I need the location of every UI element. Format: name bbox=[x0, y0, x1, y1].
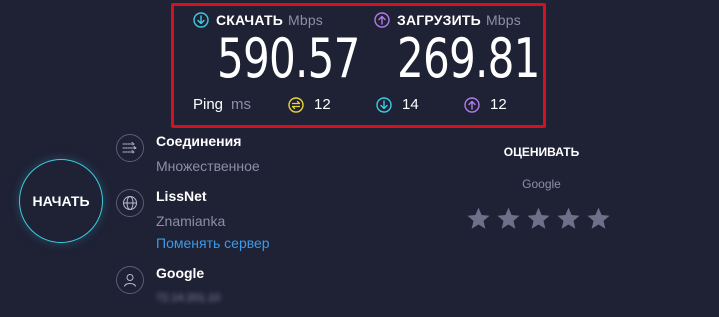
download-unit: Mbps bbox=[287, 12, 324, 28]
rate-isp: Google bbox=[522, 177, 561, 191]
star-icon[interactable] bbox=[526, 206, 551, 231]
ping-download: 14 bbox=[376, 96, 419, 113]
ping-idle-value: 12 bbox=[314, 96, 331, 113]
provider-ip: 72.14.201.10 bbox=[156, 292, 221, 304]
change-server-link[interactable]: Поменять сервер bbox=[156, 235, 270, 251]
arrow-up-circle-icon bbox=[464, 96, 480, 113]
ping-idle: 12 bbox=[288, 96, 331, 113]
connections-title: Соединения bbox=[156, 133, 242, 149]
rating-stars bbox=[466, 206, 611, 231]
ping-icon bbox=[288, 96, 304, 113]
download-label: СКАЧАТЬ bbox=[216, 12, 283, 28]
ping-upload-value: 12 bbox=[490, 96, 507, 113]
star-icon[interactable] bbox=[496, 206, 521, 231]
upload-header: ЗАГРУЗИТЬ Mbps bbox=[374, 12, 521, 28]
star-icon[interactable] bbox=[586, 206, 611, 231]
connections-icon bbox=[116, 134, 144, 162]
download-value: 590.57 bbox=[217, 27, 360, 90]
download-header: СКАЧАТЬ Mbps bbox=[193, 12, 323, 28]
rate-label: ОЦЕНИВАТЬ bbox=[503, 145, 580, 159]
start-label: НАЧАТЬ bbox=[32, 193, 90, 209]
globe-icon bbox=[116, 189, 144, 217]
ping-download-value: 14 bbox=[402, 96, 419, 113]
server-location: Znamianka bbox=[156, 213, 226, 229]
person-icon bbox=[116, 266, 144, 294]
provider-name: Google bbox=[156, 265, 205, 281]
arrow-up-circle-icon bbox=[374, 12, 390, 28]
start-button[interactable]: НАЧАТЬ bbox=[19, 159, 103, 243]
arrow-down-circle-icon bbox=[193, 12, 209, 28]
server-name: LissNet bbox=[156, 188, 207, 204]
upload-label: ЗАГРУЗИТЬ bbox=[397, 12, 481, 28]
ping-unit: ms bbox=[231, 96, 252, 113]
ping-upload: 12 bbox=[464, 96, 507, 113]
upload-unit: Mbps bbox=[485, 12, 521, 28]
arrow-down-circle-icon bbox=[376, 96, 392, 113]
ping-label: Ping bbox=[193, 96, 224, 113]
connections-value: Множественное bbox=[156, 158, 260, 174]
ping-header: Ping ms bbox=[193, 96, 251, 113]
star-icon[interactable] bbox=[556, 206, 581, 231]
upload-value: 269.81 bbox=[397, 27, 540, 90]
star-icon[interactable] bbox=[466, 206, 491, 231]
